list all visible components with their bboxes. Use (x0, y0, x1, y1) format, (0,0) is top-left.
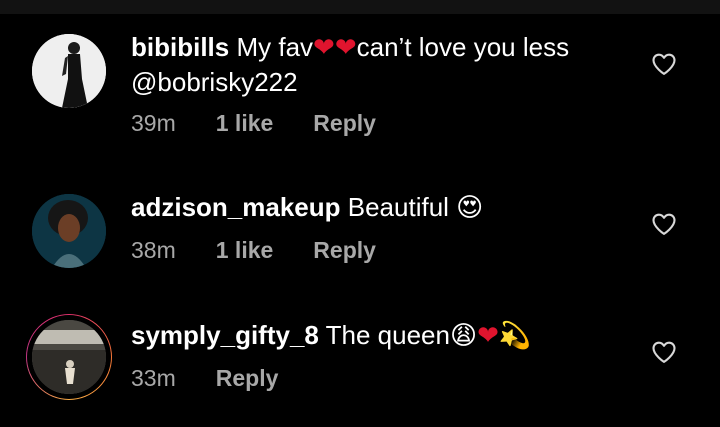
avatar[interactable] (26, 28, 112, 114)
like-button[interactable] (648, 208, 680, 240)
reply-button[interactable]: Reply (216, 365, 279, 392)
comment-body: symply_gifty_8 The queen😩❤💫 (131, 318, 631, 353)
avatar-photo-icon (32, 320, 106, 394)
comment-time: 38m (131, 237, 176, 263)
like-button[interactable] (648, 336, 680, 368)
comment-body: adzison_makeup Beautiful 😍 (131, 190, 631, 225)
weary-face-emoji: 😩 (449, 321, 478, 351)
comment-username[interactable]: bibibills (131, 32, 229, 62)
likes-count[interactable]: 1 like (216, 237, 274, 264)
avatar-photo-icon (32, 194, 106, 268)
comment-meta: 33m Reply (131, 365, 318, 392)
avatar[interactable] (26, 188, 112, 274)
avatar-story-ring[interactable] (26, 314, 112, 400)
likes-count[interactable]: 1 like (216, 110, 274, 137)
heart-outline-icon (652, 213, 676, 235)
comment-text: can’t love you less (356, 32, 570, 62)
comment-text: The queen (325, 320, 450, 350)
heart-emoji: ❤❤ (313, 33, 357, 63)
comment-text: Beautiful (347, 192, 449, 222)
comment-meta: 39m 1 like Reply (131, 110, 416, 137)
heart-emoji: ❤ (477, 321, 499, 351)
comment-username[interactable]: symply_gifty_8 (131, 320, 319, 350)
dizzy-emoji: 💫 (498, 321, 532, 351)
top-divider (0, 0, 720, 14)
heart-outline-icon (652, 53, 676, 75)
comment-time: 33m (131, 365, 176, 391)
heart-outline-icon (652, 341, 676, 363)
heart-eyes-emoji: 😍 (456, 193, 484, 223)
comment-text: My fav (236, 32, 314, 62)
comment-body: bibibills My fav❤❤can’t love you less @b… (131, 30, 631, 99)
comment-username[interactable]: adzison_makeup (131, 192, 341, 222)
comment-time: 39m (131, 110, 176, 136)
like-button[interactable] (648, 48, 680, 80)
reply-button[interactable]: Reply (313, 237, 376, 264)
avatar-photo-icon (32, 34, 106, 108)
reply-button[interactable]: Reply (313, 110, 376, 137)
comment-meta: 38m 1 like Reply (131, 237, 416, 264)
mention-link[interactable]: @bobrisky222 (131, 67, 298, 97)
